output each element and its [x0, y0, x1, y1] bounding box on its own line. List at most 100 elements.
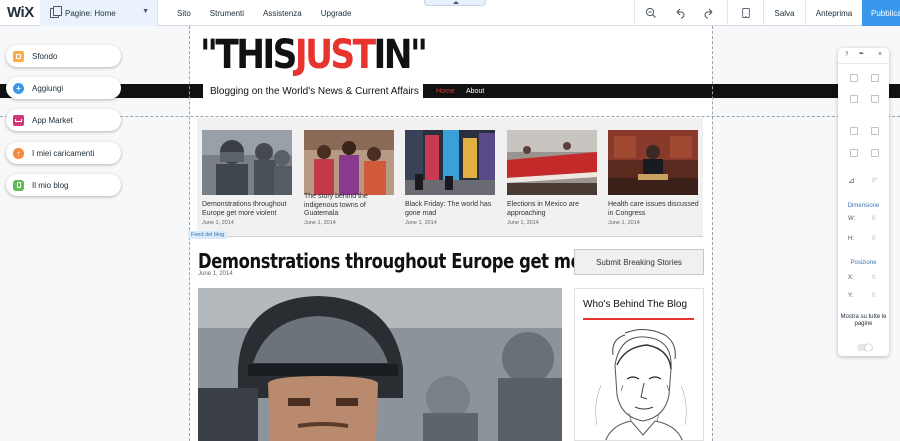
- feed-thumb-1-date: June 1, 2014: [202, 220, 234, 226]
- drag-handle-icon[interactable]: ▪▪▪: [859, 51, 864, 57]
- feed-thumb-4-date: June 1, 2014: [507, 220, 539, 226]
- duplicate-icon[interactable]: [850, 95, 858, 103]
- about-widget: Who's Behind The Blog: [574, 288, 704, 441]
- pages-dropdown-label: Pagine: Home: [65, 8, 116, 18]
- site-title-part3: IN": [373, 32, 428, 78]
- page-guide-right: [712, 26, 713, 441]
- menu-item-assistenza[interactable]: Assistenza: [263, 9, 302, 18]
- help-icon[interactable]: ?: [845, 52, 848, 58]
- menu-item-upgrade[interactable]: Upgrade: [321, 9, 352, 18]
- header-guide: [0, 116, 900, 117]
- feed-thumb-4-title[interactable]: Elections in Mexico are approaching: [507, 201, 603, 218]
- publish-button[interactable]: Pubblica: [862, 0, 900, 26]
- add-panel-label: Aggiungi: [32, 83, 64, 93]
- post-hero-image[interactable]: [198, 288, 562, 441]
- y-label: Y:: [848, 293, 854, 299]
- feed-thumb-1-title[interactable]: Demonstrations throughout Europe get mor…: [202, 201, 298, 218]
- feed-thumb-2-date: June 1, 2014: [304, 220, 336, 226]
- y-input[interactable]: 0: [872, 293, 875, 299]
- properties-panel-header: ? ▪▪▪ ×: [838, 48, 889, 64]
- uploads-panel-label: I miei caricamenti: [32, 148, 95, 158]
- upload-icon: ↑: [13, 147, 24, 159]
- feed-thumb-1[interactable]: [202, 130, 292, 195]
- feed-thumb-4[interactable]: [507, 130, 597, 195]
- show-all-pages-label: Mostra su tutte le pagine: [840, 314, 887, 327]
- app-market-panel-button[interactable]: App Market: [6, 109, 121, 131]
- undo-button[interactable]: [666, 0, 694, 26]
- position-label: Posizione: [850, 260, 877, 266]
- blog-panel-label: Il mio blog: [32, 180, 69, 190]
- zoom-out-icon: [645, 7, 656, 18]
- widget-title-underline: [583, 318, 694, 320]
- background-icon: [13, 50, 24, 62]
- rotate-icon[interactable]: ⊿: [848, 176, 855, 185]
- feed-thumb-5-title[interactable]: Health care issues discussed in Congress: [608, 201, 704, 218]
- mobile-view-button[interactable]: [727, 0, 763, 26]
- author-sketch-image[interactable]: [585, 325, 695, 441]
- nav-home-link[interactable]: Home: [436, 88, 455, 95]
- feed-thumb-2-title[interactable]: The story behind the indigenous towns of…: [304, 193, 400, 219]
- show-all-pages-toggle[interactable]: [857, 344, 873, 351]
- redo-button[interactable]: [694, 0, 724, 26]
- riot-police-photo: [198, 288, 562, 441]
- post-date: June 1, 2014: [198, 271, 233, 277]
- pages-dropdown[interactable]: Pagine: Home ▼: [40, 0, 158, 26]
- site-title-part2: JUST: [294, 32, 376, 78]
- feed-thumb-3-title[interactable]: Black Friday: The world has gone mad: [405, 201, 501, 218]
- feed-thumb-3[interactable]: [405, 130, 495, 195]
- add-panel-button[interactable]: + Aggiungi: [6, 77, 121, 99]
- dimension-label: Dimensione: [847, 203, 880, 209]
- x-input[interactable]: 0: [872, 275, 875, 281]
- distribute-icon[interactable]: [871, 149, 879, 157]
- mobile-view-icon: [741, 7, 750, 18]
- height-input[interactable]: 0: [872, 236, 875, 242]
- pages-icon: [50, 6, 62, 18]
- black-friday-thumb: [405, 130, 495, 195]
- height-label: H:: [848, 236, 854, 242]
- x-label: X:: [848, 275, 854, 281]
- save-button[interactable]: Salva: [763, 0, 805, 26]
- background-panel-button[interactable]: Sfondo: [6, 45, 121, 67]
- site-title-part1: "THIS: [200, 32, 297, 78]
- close-icon[interactable]: ×: [878, 51, 882, 58]
- menu-item-strumenti[interactable]: Strumenti: [210, 9, 244, 18]
- width-input[interactable]: 0: [872, 216, 875, 222]
- widget-title[interactable]: Who's Behind The Blog: [583, 299, 687, 310]
- nav-about-link[interactable]: About: [466, 88, 484, 95]
- feed-divider: [197, 236, 703, 237]
- preview-button[interactable]: Anteprima: [805, 0, 862, 26]
- feed-thumb-3-date: June 1, 2014: [405, 220, 437, 226]
- align-icon[interactable]: [850, 149, 858, 157]
- blog-feed-label: Feed del blog: [188, 231, 228, 239]
- redo-icon: [704, 8, 713, 19]
- menu-item-sito[interactable]: Sito: [177, 9, 191, 18]
- arrange-icon[interactable]: [850, 127, 858, 135]
- group-icon[interactable]: [871, 127, 879, 135]
- wix-logo: WiX: [7, 4, 34, 21]
- uploads-panel-button[interactable]: ↑ I miei caricamenti: [6, 142, 121, 164]
- blog-panel-button[interactable]: Il mio blog: [6, 174, 121, 196]
- guatemala-thumb: [304, 130, 394, 195]
- site-title[interactable]: "THISJUSTIN": [200, 32, 428, 78]
- riot-police-thumb: [202, 130, 292, 195]
- submit-breaking-stories-button[interactable]: Submit Breaking Stories: [574, 249, 704, 275]
- collapse-toolbar-handle[interactable]: [424, 0, 486, 6]
- app-market-panel-label: App Market: [32, 115, 73, 125]
- feed-thumb-2[interactable]: [304, 130, 394, 195]
- blog-icon: [13, 179, 24, 191]
- top-menu: Sito Strumenti Assistenza Upgrade: [177, 0, 370, 26]
- zoom-out-button[interactable]: [634, 0, 666, 26]
- properties-panel: ? ▪▪▪ × ⊿ 0° Dimensione W: 0 H: 0 Posizi…: [838, 48, 889, 356]
- background-panel-label: Sfondo: [32, 51, 58, 61]
- delete-icon[interactable]: [871, 95, 879, 103]
- congress-thumb: [608, 130, 698, 195]
- app-market-icon: [13, 114, 24, 126]
- paste-icon[interactable]: [871, 74, 879, 82]
- feed-thumb-5[interactable]: [608, 130, 698, 195]
- mexico-elections-thumb: [507, 130, 597, 195]
- feed-thumb-5-date: June 1, 2014: [608, 220, 640, 226]
- site-tagline[interactable]: Blogging on the World's News & Current A…: [210, 86, 419, 97]
- chevron-down-icon: ▼: [142, 8, 149, 15]
- rotation-value[interactable]: 0°: [872, 178, 878, 184]
- copy-icon[interactable]: [850, 74, 858, 82]
